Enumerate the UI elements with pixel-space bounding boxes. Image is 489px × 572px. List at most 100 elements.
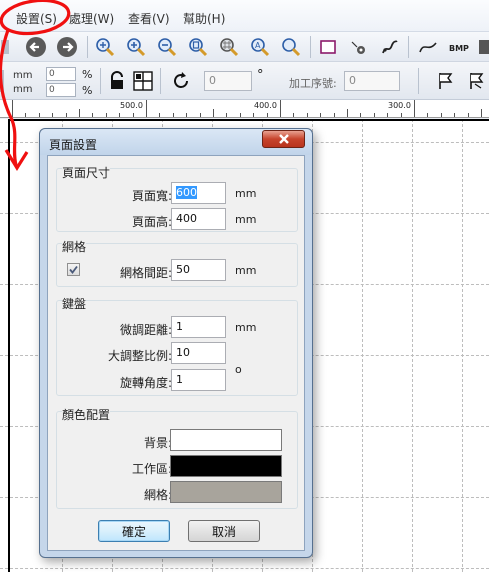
ruler-tick bbox=[454, 113, 456, 117]
undo-icon[interactable] bbox=[25, 36, 47, 58]
menu-view[interactable]: 查看(V) bbox=[128, 10, 170, 27]
ruler-tick bbox=[105, 113, 107, 117]
ruler-tick bbox=[132, 113, 134, 117]
percent-label-top: % bbox=[82, 68, 93, 81]
ruler-tick bbox=[373, 113, 375, 117]
ruler-tick bbox=[213, 109, 214, 117]
page-width-input[interactable]: 600 bbox=[171, 182, 226, 204]
toolbar-separator bbox=[160, 68, 161, 94]
page-height-input[interactable]: 400 bbox=[171, 208, 226, 230]
zoom-all-icon[interactable]: A bbox=[249, 36, 271, 58]
ruler-tick bbox=[12, 100, 13, 117]
menu-process[interactable]: 處理(W) bbox=[69, 10, 114, 27]
ruler-tick bbox=[226, 113, 228, 117]
close-button[interactable] bbox=[262, 130, 305, 148]
zoom-minus-icon[interactable] bbox=[156, 36, 178, 58]
toolbar-separator bbox=[408, 36, 409, 58]
ruler-tick bbox=[280, 100, 281, 117]
grid-line-vertical bbox=[362, 119, 363, 572]
menu-settings[interactable]: 設置(S) bbox=[16, 10, 57, 27]
ruler-tick bbox=[333, 113, 335, 117]
ruler-tick bbox=[52, 113, 54, 117]
grid-spacing-input[interactable]: 50 bbox=[171, 259, 226, 281]
grid-color-label: 網格: bbox=[143, 488, 172, 502]
line-icon[interactable] bbox=[417, 36, 439, 58]
toolbar-separator bbox=[310, 36, 311, 58]
rotate-icon[interactable] bbox=[170, 70, 192, 92]
main-toolbar: A BMP bbox=[0, 32, 489, 62]
workspace-color-swatch[interactable] bbox=[170, 455, 282, 477]
grid-enabled-checkbox[interactable] bbox=[67, 263, 80, 276]
ruler-tick bbox=[38, 113, 40, 117]
rectangle-icon[interactable] bbox=[317, 36, 339, 58]
process-order-field[interactable]: 0 bbox=[344, 71, 400, 91]
dialog-titlebar[interactable]: 頁面設置 bbox=[40, 129, 312, 155]
grid-color-swatch[interactable] bbox=[170, 481, 282, 503]
ruler-tick bbox=[400, 113, 402, 117]
toolbar-grip bbox=[0, 70, 6, 92]
toolbar-separator bbox=[418, 68, 419, 94]
page-width-unit: mm bbox=[235, 187, 257, 200]
ruler-label-400: 400.0 bbox=[254, 101, 277, 110]
svg-text:A: A bbox=[255, 41, 261, 50]
ruler-label-300: 300.0 bbox=[388, 101, 411, 110]
ruler-tick bbox=[320, 113, 322, 117]
large-scale-input[interactable]: 10 bbox=[171, 342, 226, 364]
ruler-tick bbox=[239, 113, 241, 117]
ruler-tick bbox=[360, 113, 362, 117]
unit-label-top: mm bbox=[13, 70, 33, 81]
grid-line-vertical bbox=[462, 119, 463, 572]
ruler-label-500: 500.0 bbox=[120, 101, 143, 110]
ruler-tick bbox=[186, 113, 188, 117]
ruler-tick bbox=[481, 109, 482, 117]
dialog-title: 頁面設置 bbox=[49, 138, 98, 152]
flag-icon[interactable] bbox=[435, 70, 457, 92]
svg-text:BMP: BMP bbox=[449, 44, 469, 53]
node-icon[interactable] bbox=[348, 36, 370, 58]
toolbar-grip bbox=[0, 37, 12, 57]
scale-y-field[interactable]: 0 bbox=[46, 83, 76, 97]
page-height-label: 頁面高: bbox=[131, 215, 172, 229]
workspace-border-left bbox=[8, 119, 10, 572]
bmp-icon[interactable]: BMP bbox=[447, 36, 473, 58]
ruler-tick bbox=[427, 113, 429, 117]
cancel-button[interactable]: 取消 bbox=[188, 520, 260, 542]
ruler-tick bbox=[266, 113, 268, 117]
page-setup-dialog: 頁面設置 頁面尺寸 頁面寬: 600 mm 頁面高: 400 mm 網格 網格間… bbox=[39, 128, 313, 558]
ruler-tick bbox=[199, 113, 201, 117]
lock-icon[interactable] bbox=[106, 70, 128, 92]
ruler-tick bbox=[293, 113, 295, 117]
rotate-angle-unit: o bbox=[235, 363, 242, 376]
menu-help[interactable]: 幫助(H) bbox=[183, 10, 225, 27]
page-size-group-title: 頁面尺寸 bbox=[62, 164, 111, 181]
ruler-tick bbox=[65, 113, 67, 117]
dialog-body: 頁面尺寸 頁面寬: 600 mm 頁面高: 400 mm 網格 網格間距: 50… bbox=[47, 155, 305, 551]
zoom-grid-icon[interactable] bbox=[218, 36, 240, 58]
zoom-plus-icon[interactable] bbox=[125, 36, 147, 58]
checkmark-icon bbox=[69, 265, 78, 274]
scale-x-field[interactable]: 0 bbox=[46, 67, 76, 81]
ruler-tick bbox=[172, 113, 174, 117]
ruler-tick bbox=[92, 113, 94, 117]
zoom-select-icon[interactable] bbox=[280, 36, 302, 58]
workspace-color-label: 工作區: bbox=[131, 462, 172, 476]
close-icon bbox=[278, 134, 289, 144]
unit-label-bottom: mm bbox=[13, 84, 33, 95]
rotation-angle-field[interactable]: 0 bbox=[204, 71, 252, 91]
color-config-group-title: 顏色配置 bbox=[62, 406, 111, 423]
ruler-tick bbox=[146, 100, 147, 117]
background-color-swatch[interactable] bbox=[170, 429, 282, 451]
large-scale-label: 大調整比例: bbox=[107, 349, 172, 363]
text-tool-icon[interactable] bbox=[478, 38, 489, 56]
redo-icon[interactable] bbox=[56, 36, 78, 58]
page-height-unit: mm bbox=[235, 213, 257, 226]
nudge-distance-label: 微調距離: bbox=[119, 323, 172, 337]
flag-reverse-icon[interactable] bbox=[466, 70, 488, 92]
grid-align-icon[interactable] bbox=[132, 70, 154, 92]
curve-edit-icon[interactable] bbox=[379, 36, 401, 58]
rotate-angle-input[interactable]: 1 bbox=[171, 369, 226, 391]
nudge-distance-input[interactable]: 1 bbox=[171, 316, 226, 338]
zoom-page-icon[interactable] bbox=[187, 36, 209, 58]
zoom-in-icon[interactable] bbox=[94, 36, 116, 58]
ok-button[interactable]: 確定 bbox=[98, 520, 170, 542]
